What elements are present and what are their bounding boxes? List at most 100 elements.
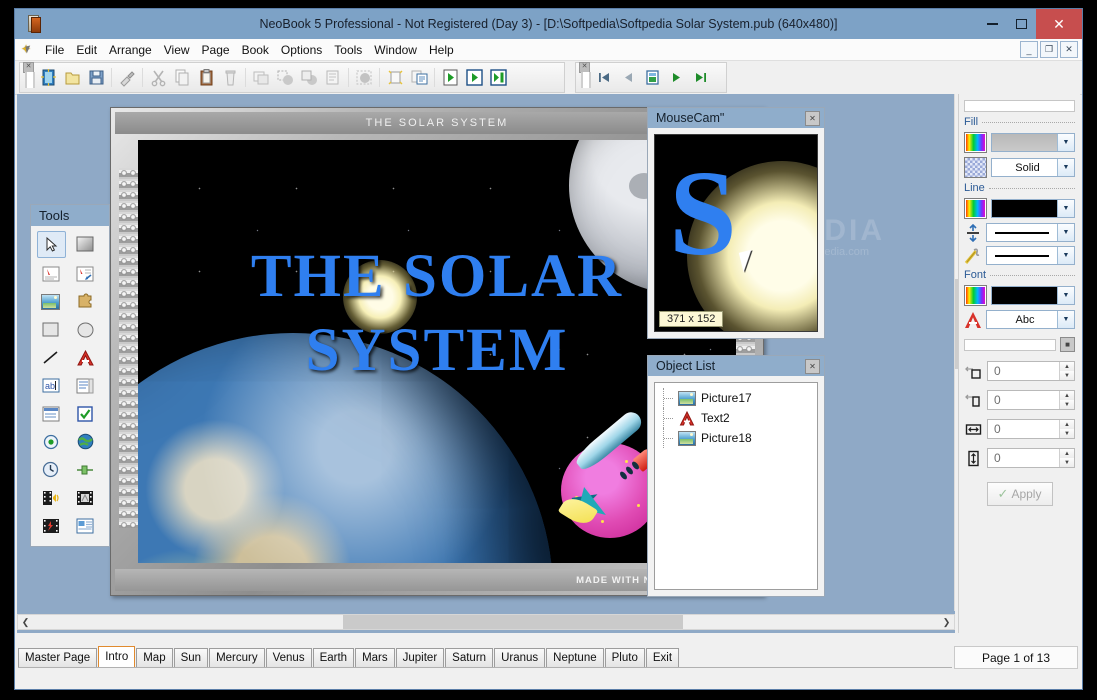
horizontal-scrollbar[interactable]: ❮ ❯ bbox=[17, 614, 955, 630]
menu-book[interactable]: Book bbox=[236, 41, 275, 59]
duplicate-object-button[interactable] bbox=[249, 65, 273, 90]
tab-jupiter[interactable]: Jupiter bbox=[395, 648, 445, 667]
pattern-swatch-icon[interactable] bbox=[964, 157, 987, 178]
line-color-combo[interactable]: ▼ bbox=[991, 199, 1075, 218]
object-list-box[interactable]: Picture17 Text2 Picture18 bbox=[654, 382, 818, 590]
list-box-tool[interactable] bbox=[72, 373, 99, 398]
tab-mercury[interactable]: Mercury bbox=[209, 648, 265, 667]
pointer-tool[interactable] bbox=[37, 231, 66, 258]
send-to-back-button[interactable] bbox=[297, 65, 321, 90]
plugin-tool[interactable] bbox=[72, 289, 99, 314]
maximize-button[interactable] bbox=[1007, 9, 1036, 39]
color-wheel-icon[interactable] bbox=[964, 132, 987, 153]
text-entry-tool[interactable]: ab bbox=[37, 373, 64, 398]
previous-page-button[interactable] bbox=[616, 65, 640, 90]
image-tool[interactable] bbox=[37, 289, 64, 314]
format-painter-button[interactable] bbox=[115, 65, 139, 90]
menu-edit[interactable]: Edit bbox=[70, 41, 103, 59]
mdi-minimize-button[interactable]: _ bbox=[1020, 41, 1038, 58]
chevron-down-icon[interactable]: ▼ bbox=[1057, 311, 1074, 328]
scroll-right-button[interactable]: ❯ bbox=[939, 615, 954, 629]
ellipse-tool[interactable] bbox=[72, 317, 99, 342]
web-browser-tool[interactable] bbox=[72, 429, 99, 454]
geometry-close-icon[interactable]: ■ bbox=[1060, 337, 1075, 352]
rectangle-tool[interactable] bbox=[37, 317, 64, 342]
media-panel-tool[interactable] bbox=[72, 513, 99, 538]
font-color-combo[interactable]: ▼ bbox=[991, 286, 1075, 305]
last-page-button[interactable] bbox=[688, 65, 712, 90]
delete-button[interactable] bbox=[218, 65, 242, 90]
list-item[interactable]: Picture17 bbox=[659, 388, 813, 408]
tab-neptune[interactable]: Neptune bbox=[546, 648, 604, 667]
minimize-button[interactable] bbox=[978, 9, 1007, 39]
mdi-restore-button[interactable]: ❐ bbox=[1040, 41, 1058, 58]
toolbar-grip[interactable]: ✕ bbox=[22, 62, 35, 90]
spin-down-icon[interactable]: ▼ bbox=[1059, 400, 1074, 409]
line-width-combo[interactable]: ▼ bbox=[986, 223, 1075, 242]
group-objects-button[interactable] bbox=[352, 65, 376, 90]
compile-publication-button[interactable] bbox=[486, 65, 510, 90]
spin-up-icon[interactable]: ▲ bbox=[1059, 420, 1074, 429]
bring-to-front-button[interactable] bbox=[273, 65, 297, 90]
chevron-down-icon[interactable]: ▼ bbox=[1057, 159, 1074, 176]
click-to-begin-link[interactable]: Click to begin bbox=[470, 562, 555, 563]
menu-tools[interactable]: Tools bbox=[328, 41, 368, 59]
timer-tool[interactable] bbox=[37, 457, 64, 482]
spin-down-icon[interactable]: ▼ bbox=[1059, 429, 1074, 438]
chevron-down-icon[interactable]: ▼ bbox=[1057, 224, 1074, 241]
fill-color-combo[interactable]: ▼ bbox=[991, 133, 1075, 152]
scroll-left-button[interactable]: ❮ bbox=[18, 615, 33, 629]
page-properties-button[interactable] bbox=[407, 65, 431, 90]
tab-saturn[interactable]: Saturn bbox=[445, 648, 494, 667]
menu-view[interactable]: View bbox=[158, 41, 196, 59]
left-position-input[interactable]: 0 ▲ ▼ bbox=[987, 361, 1075, 381]
radio-button-tool[interactable] bbox=[37, 429, 64, 454]
tab-intro[interactable]: Intro bbox=[98, 646, 136, 667]
flash-tool[interactable] bbox=[37, 513, 64, 538]
first-page-button[interactable] bbox=[592, 65, 616, 90]
spin-down-icon[interactable]: ▼ bbox=[1059, 458, 1074, 467]
chevron-down-icon[interactable]: ▼ bbox=[1057, 247, 1074, 264]
next-page-button[interactable] bbox=[664, 65, 688, 90]
preview-page-button[interactable] bbox=[438, 65, 462, 90]
apply-button[interactable]: ✓ Apply bbox=[986, 482, 1053, 506]
close-button[interactable]: ✕ bbox=[1036, 9, 1082, 39]
spin-down-icon[interactable]: ▼ bbox=[1059, 371, 1074, 380]
chevron-down-icon[interactable]: ▼ bbox=[1057, 287, 1074, 304]
spin-up-icon[interactable]: ▲ bbox=[1059, 449, 1074, 458]
horizontal-scroll-thumb[interactable] bbox=[343, 615, 683, 629]
text-article-tool[interactable] bbox=[37, 261, 64, 286]
tab-earth[interactable]: Earth bbox=[312, 648, 355, 667]
menu-options[interactable]: Options bbox=[275, 41, 328, 59]
sound-tool[interactable] bbox=[37, 485, 64, 510]
menu-page[interactable]: Page bbox=[196, 41, 236, 59]
tab-exit[interactable]: Exit bbox=[645, 648, 680, 667]
open-publication-button[interactable] bbox=[60, 65, 84, 90]
menu-help[interactable]: Help bbox=[423, 41, 460, 59]
new-publication-button[interactable] bbox=[36, 65, 60, 90]
tab-master-page[interactable]: Master Page bbox=[18, 648, 98, 667]
select-all-button[interactable] bbox=[383, 65, 407, 90]
list-item[interactable]: Picture18 bbox=[659, 428, 813, 448]
tab-uranus[interactable]: Uranus bbox=[494, 648, 546, 667]
tab-map[interactable]: Map bbox=[136, 648, 173, 667]
chevron-down-icon[interactable]: ▼ bbox=[1057, 134, 1074, 151]
spin-up-icon[interactable]: ▲ bbox=[1059, 362, 1074, 371]
tab-pluto[interactable]: Pluto bbox=[604, 648, 645, 667]
line-style-combo[interactable]: ▼ bbox=[986, 246, 1075, 265]
nav-toolbar-grip[interactable]: ✕ bbox=[578, 62, 591, 90]
page-setup-button[interactable] bbox=[640, 65, 664, 90]
cut-button[interactable] bbox=[146, 65, 170, 90]
menu-arrange[interactable]: Arrange bbox=[103, 41, 158, 59]
height-input[interactable]: 0 ▲ ▼ bbox=[987, 448, 1075, 468]
paste-button[interactable] bbox=[194, 65, 218, 90]
fill-pattern-combo[interactable]: Solid ▼ bbox=[991, 158, 1075, 177]
align-objects-button[interactable] bbox=[321, 65, 345, 90]
object-list-close-icon[interactable]: ✕ bbox=[805, 358, 820, 374]
width-input[interactable]: 0 ▲ ▼ bbox=[987, 419, 1075, 439]
list-item[interactable]: Text2 bbox=[659, 408, 813, 428]
art-text-tool[interactable] bbox=[72, 345, 99, 370]
color-wheel-icon[interactable] bbox=[964, 198, 987, 219]
linked-text-tool[interactable] bbox=[72, 261, 99, 286]
canvas-work-area[interactable]: SOFTPEDIA www.softpedia.com THE SOLAR SY… bbox=[17, 94, 955, 633]
